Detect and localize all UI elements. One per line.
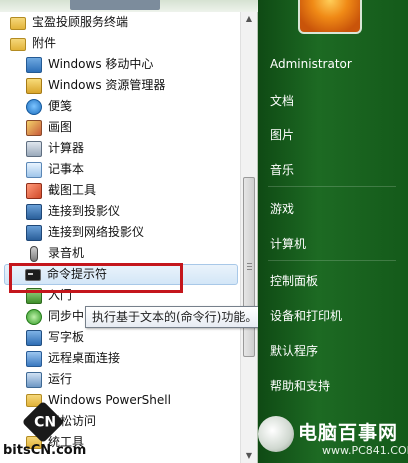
program-item-network-projector[interactable]: 连接到网络投影仪 — [0, 222, 240, 243]
watermark-badge-text: CN — [34, 414, 57, 431]
program-item-sound-recorder[interactable]: 录音机 — [0, 243, 240, 264]
explorer-icon — [26, 77, 42, 94]
program-list-panel: 宝盈投顾服务终端 附件 Windows 移动中心 Windows 资源管理器 便… — [0, 0, 265, 463]
program-label: 记事本 — [48, 162, 85, 176]
right-item-help-support[interactable]: 帮助和支持 — [270, 377, 330, 394]
user-avatar[interactable] — [298, 0, 362, 34]
program-label: 连接到网络投影仪 — [48, 225, 145, 239]
program-label: 画图 — [48, 120, 73, 134]
program-label: 计算器 — [48, 141, 85, 155]
program-list: 宝盈投顾服务终端 附件 Windows 移动中心 Windows 资源管理器 便… — [0, 12, 240, 453]
program-item-accessories[interactable]: 附件 — [0, 33, 240, 54]
program-item-remote-desktop[interactable]: 远程桌面连接 — [0, 348, 240, 369]
program-label: 命令提示符 — [47, 267, 108, 281]
right-item-games[interactable]: 游戏 — [270, 200, 294, 217]
paint-icon — [26, 119, 42, 136]
program-label: Windows 移动中心 — [48, 57, 154, 71]
program-item-calculator[interactable]: 计算器 — [0, 138, 240, 159]
program-list-scrollbar[interactable]: ▲ ▼ — [240, 12, 257, 463]
program-item-run[interactable]: 运行 — [0, 369, 240, 390]
top-strip — [0, 0, 258, 12]
partial-selected-item — [70, 0, 160, 10]
right-item-documents[interactable]: 文档 — [270, 92, 294, 109]
right-item-devices-printers[interactable]: 设备和打印机 — [270, 307, 342, 324]
program-label: 同步中 — [48, 309, 85, 323]
program-label: 录音机 — [48, 246, 85, 260]
getting-started-icon — [26, 287, 42, 304]
command-prompt-tooltip: 执行基于文本的(命令行)功能。 — [85, 306, 265, 328]
watermark-site-text: bitsCN.com — [3, 443, 87, 458]
mobility-center-icon — [26, 56, 42, 73]
watermark-site-name: 电脑百事网 — [298, 422, 399, 444]
right-item-control-panel[interactable]: 控制面板 — [270, 272, 318, 289]
program-label: 截图工具 — [48, 183, 97, 197]
program-label: 入门 — [48, 288, 73, 302]
program-item-sticky-notes[interactable]: 便笺 — [0, 96, 240, 117]
program-label: 便笺 — [48, 99, 73, 113]
watermark-badge: CN — [21, 400, 65, 444]
program-item-snipping-tool[interactable]: 截图工具 — [0, 180, 240, 201]
right-separator — [268, 186, 396, 187]
program-item-notepad[interactable]: 记事本 — [0, 159, 240, 180]
watermark-pc841: 电脑百事网 www.PC841.COM — [258, 416, 408, 463]
program-item-explorer[interactable]: Windows 资源管理器 — [0, 75, 240, 96]
notepad-icon — [26, 161, 42, 178]
right-item-computer[interactable]: 计算机 — [270, 235, 306, 252]
watermark-logo-icon — [258, 416, 294, 452]
program-item-getting-started[interactable]: 入门 — [0, 285, 240, 306]
folder-icon — [10, 38, 26, 51]
network-projector-icon — [26, 224, 42, 241]
calculator-icon — [26, 140, 42, 157]
program-item-command-prompt[interactable]: 命令提示符 — [4, 264, 238, 285]
run-icon — [26, 371, 42, 388]
watermark-site-url: www.PC841.COM — [322, 444, 408, 457]
right-separator — [268, 260, 396, 261]
right-item-music[interactable]: 音乐 — [270, 161, 294, 178]
sound-recorder-icon — [30, 245, 38, 262]
wordpad-icon — [26, 329, 42, 346]
scroll-thumb[interactable] — [243, 177, 255, 357]
watermark-bitscn: CN bitsCN.com — [0, 400, 100, 463]
program-label: 远程桌面连接 — [48, 351, 121, 365]
program-item-projector[interactable]: 连接到投影仪 — [0, 201, 240, 222]
snipping-tool-icon — [26, 182, 42, 199]
scroll-up-arrow-icon[interactable]: ▲ — [243, 12, 255, 26]
program-label: Windows 资源管理器 — [48, 78, 166, 92]
right-item-user[interactable]: Administrator — [270, 57, 352, 71]
program-item-baoying[interactable]: 宝盈投顾服务终端 — [0, 12, 240, 33]
program-item-wordpad[interactable]: 写字板 — [0, 327, 240, 348]
program-label: 运行 — [48, 372, 73, 386]
command-prompt-icon — [25, 268, 41, 281]
program-label: 连接到投影仪 — [48, 204, 121, 218]
program-label: 写字板 — [48, 330, 85, 344]
right-item-pictures[interactable]: 图片 — [270, 126, 294, 143]
program-item-paint[interactable]: 画图 — [0, 117, 240, 138]
sticky-notes-icon — [26, 98, 42, 115]
program-label: 宝盈投顾服务终端 — [32, 15, 129, 29]
folder-icon — [10, 17, 26, 30]
scroll-down-arrow-icon[interactable]: ▼ — [243, 449, 255, 463]
scroll-grip — [247, 263, 252, 264]
right-item-default-programs[interactable]: 默认程序 — [270, 342, 318, 359]
projector-icon — [26, 203, 42, 220]
program-item-mobility-center[interactable]: Windows 移动中心 — [0, 54, 240, 75]
remote-desktop-icon — [26, 350, 42, 367]
sync-center-icon — [26, 308, 42, 325]
program-label: 附件 — [32, 36, 57, 50]
start-menu-right-panel: Administrator 文档 图片 音乐 游戏 计算机 控制面板 设备和打印… — [258, 0, 408, 463]
